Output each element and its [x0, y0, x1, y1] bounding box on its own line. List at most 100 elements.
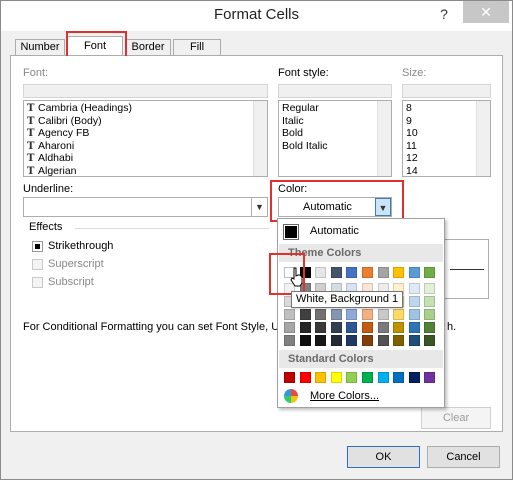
theme-tint-swatch[interactable]	[393, 309, 405, 320]
underline-dropdown[interactable]: ▼	[23, 197, 268, 217]
strikethrough-checkbox[interactable]	[32, 241, 43, 252]
font-input[interactable]	[23, 84, 268, 98]
theme-tint-swatch[interactable]	[284, 335, 295, 346]
font-style-list-items: Regular Italic Bold Bold Italic	[279, 101, 391, 152]
clear-button[interactable]: Clear	[421, 407, 491, 429]
tab-border[interactable]: Border	[125, 39, 171, 56]
theme-color-swatch[interactable]	[330, 267, 342, 278]
theme-tint-swatch[interactable]	[408, 309, 420, 320]
theme-tint-swatch[interactable]	[362, 335, 373, 346]
theme-tint-swatch[interactable]	[393, 335, 405, 346]
effects-label: Effects	[29, 221, 63, 233]
standard-color-swatch[interactable]	[299, 372, 311, 383]
preview-line	[450, 269, 484, 270]
ok-button[interactable]: OK	[347, 446, 420, 468]
theme-tint-swatch[interactable]	[377, 322, 389, 333]
help-button[interactable]: ?	[433, 3, 455, 25]
theme-tint-swatch[interactable]	[330, 335, 342, 346]
font-list-item[interactable]: T Aharoni	[27, 140, 267, 153]
theme-tint-swatch[interactable]	[424, 322, 436, 333]
theme-tint-swatch[interactable]	[408, 322, 420, 333]
font-list-item[interactable]: T Algerian	[27, 165, 267, 177]
font-style-input[interactable]	[278, 84, 392, 98]
size-list[interactable]: 8 9 10 11 12 14	[402, 100, 491, 177]
standard-color-swatch[interactable]	[284, 372, 295, 383]
theme-tint-swatch[interactable]	[299, 309, 311, 320]
theme-tint-swatch[interactable]	[424, 335, 436, 346]
standard-color-swatch[interactable]	[408, 372, 420, 383]
subscript-label: Subscript	[48, 276, 94, 288]
subscript-checkbox[interactable]	[32, 277, 43, 288]
theme-tint-swatch[interactable]	[299, 322, 311, 333]
theme-tint-swatch[interactable]	[346, 335, 358, 346]
title-bar: Format Cells ? ✕	[1, 1, 512, 31]
tab-fill[interactable]: Fill	[173, 39, 221, 56]
automatic-color-fill	[285, 226, 297, 238]
theme-tint-swatch[interactable]	[346, 309, 358, 320]
theme-tint-swatch[interactable]	[362, 309, 373, 320]
automatic-color-swatch[interactable]	[283, 224, 299, 240]
font-list-item[interactable]: T Calibri (Body)	[27, 115, 267, 128]
theme-color-swatch[interactable]	[424, 267, 436, 278]
font-style-list[interactable]: Regular Italic Bold Bold Italic	[278, 100, 392, 177]
theme-tint-swatch[interactable]	[362, 322, 373, 333]
theme-tint-swatch[interactable]	[424, 283, 436, 294]
note-tail: h.	[447, 321, 457, 333]
theme-tint-swatch[interactable]	[315, 322, 327, 333]
theme-tint-swatch[interactable]	[377, 335, 389, 346]
size-list-scrollbar[interactable]	[476, 101, 490, 176]
font-style-label: Font style:	[278, 67, 329, 79]
hand-cursor-icon	[290, 267, 304, 287]
theme-tint-swatch[interactable]	[330, 309, 342, 320]
theme-color-swatch[interactable]	[362, 267, 373, 278]
chevron-down-icon[interactable]: ▼	[251, 198, 267, 216]
standard-color-swatch[interactable]	[377, 372, 389, 383]
font-list[interactable]: T Cambria (Headings) T Calibri (Body) T Age…	[23, 100, 268, 177]
theme-color-swatch[interactable]	[315, 267, 327, 278]
standard-color-swatch[interactable]	[330, 372, 342, 383]
theme-tint-swatch[interactable]	[346, 322, 358, 333]
theme-tint-swatch[interactable]	[408, 335, 420, 346]
superscript-checkbox[interactable]	[32, 259, 43, 270]
more-colors-option[interactable]: More Colors...	[310, 390, 379, 402]
automatic-option[interactable]: Automatic	[310, 225, 359, 237]
font-style-item[interactable]: Bold	[282, 127, 391, 140]
theme-tint-swatch[interactable]	[284, 322, 295, 333]
truetype-font-icon: T	[27, 153, 35, 164]
font-style-list-scrollbar[interactable]	[377, 101, 391, 176]
theme-tint-swatch[interactable]	[408, 283, 420, 294]
theme-tint-swatch[interactable]	[408, 296, 420, 307]
standard-color-swatch[interactable]	[424, 372, 436, 383]
truetype-font-icon: T	[27, 128, 35, 139]
theme-color-swatch[interactable]	[393, 267, 405, 278]
cancel-button[interactable]: Cancel	[427, 446, 500, 468]
close-button[interactable]: ✕	[463, 1, 509, 23]
size-input[interactable]	[402, 84, 491, 98]
font-style-item[interactable]: Bold Italic	[282, 140, 391, 153]
theme-tint-swatch[interactable]	[299, 335, 311, 346]
theme-tint-swatch[interactable]	[330, 322, 342, 333]
font-style-item[interactable]: Regular	[282, 102, 391, 115]
standard-color-swatch[interactable]	[393, 372, 405, 383]
theme-tint-swatch[interactable]	[315, 335, 327, 346]
theme-tint-swatch[interactable]	[424, 296, 436, 307]
standard-color-swatch[interactable]	[315, 372, 327, 383]
theme-tint-swatch[interactable]	[424, 309, 436, 320]
font-list-scrollbar[interactable]	[253, 101, 267, 176]
underline-label: Underline:	[23, 183, 74, 195]
theme-color-swatch[interactable]	[408, 267, 420, 278]
theme-color-swatch[interactable]	[346, 267, 358, 278]
theme-tint-swatch[interactable]	[377, 309, 389, 320]
font-list-item[interactable]: T Agency FB	[27, 127, 267, 140]
theme-tint-swatch[interactable]	[393, 322, 405, 333]
standard-color-swatch[interactable]	[346, 372, 358, 383]
font-style-item[interactable]: Italic	[282, 115, 391, 128]
standard-color-swatch[interactable]	[362, 372, 373, 383]
tab-number[interactable]: Number	[15, 39, 65, 56]
font-list-item[interactable]: T Aldhabi	[27, 152, 267, 165]
effects-group-line	[75, 228, 269, 229]
font-list-item[interactable]: T Cambria (Headings)	[27, 102, 267, 115]
theme-color-swatch[interactable]	[377, 267, 389, 278]
theme-tint-swatch[interactable]	[315, 309, 327, 320]
theme-tint-swatch[interactable]	[284, 309, 295, 320]
